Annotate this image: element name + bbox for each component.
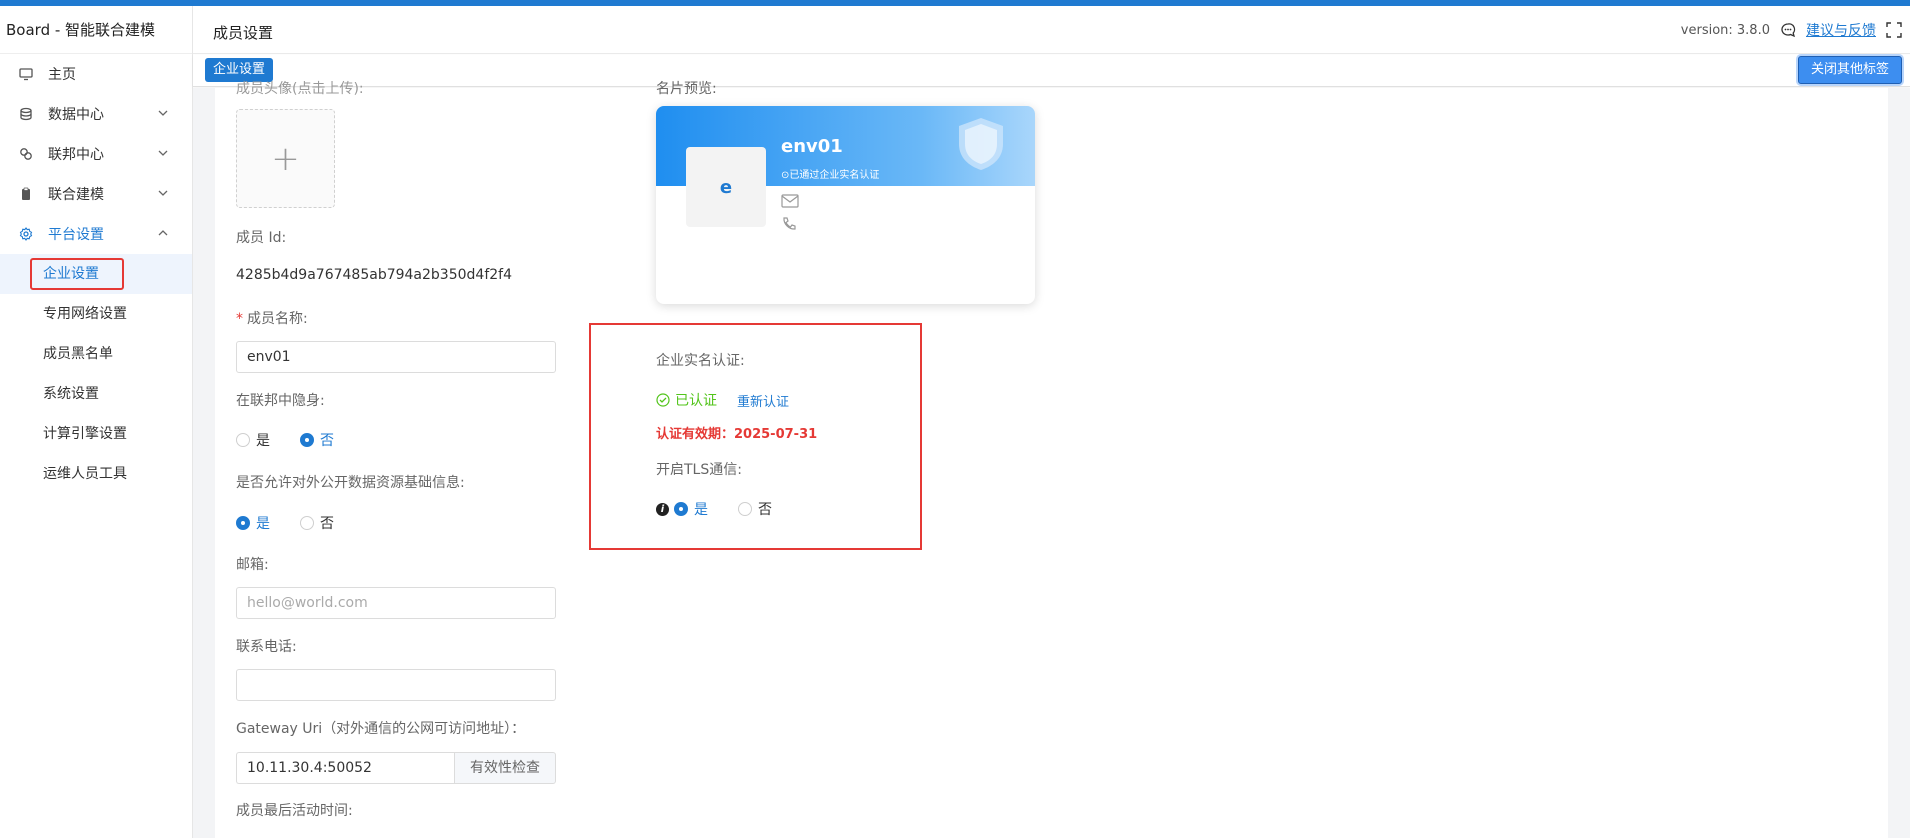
tls-yes-radio[interactable]: 是 — [674, 499, 708, 519]
card-member-name: env01 — [781, 136, 843, 157]
phone-label: 联系电话: — [236, 639, 297, 655]
sidebar-item-label: 系统设置 — [43, 386, 99, 402]
sidebar-item-label: 数据中心 — [48, 107, 104, 123]
verification-status-row: 已认证 重新认证 — [656, 390, 789, 410]
sidebar-item-system-settings[interactable]: 系统设置 — [0, 374, 192, 414]
member-name-label: * 成员名称: — [236, 311, 308, 327]
sidebar: Board - 智能联合建模 主页 数据中心 联邦中心 联合建模 平台设置 企业… — [0, 6, 193, 838]
sidebar-item-label: 成员黑名单 — [43, 346, 113, 362]
sidebar-item-data-center[interactable]: 数据中心 — [0, 94, 192, 134]
check-circle-icon — [656, 393, 670, 407]
sidebar-item-ops-tools[interactable]: 运维人员工具 — [0, 454, 192, 494]
header-actions: version: 3.8.0 建议与反馈 — [1681, 20, 1902, 40]
shield-icon — [959, 118, 1003, 170]
page-title: 成员设置 — [213, 24, 274, 42]
verified-status: 已认证 — [656, 390, 717, 410]
sidebar-item-label: 平台设置 — [48, 227, 104, 243]
plus-icon: + — [271, 138, 300, 179]
sidebar-item-member-blacklist[interactable]: 成员黑名单 — [0, 334, 192, 374]
header: 成员设置 version: 3.8.0 建议与反馈 — [193, 6, 1910, 54]
public-no-radio[interactable]: 否 — [300, 513, 334, 533]
chevron-up-icon — [158, 230, 168, 236]
tls-no-radio[interactable]: 否 — [738, 499, 772, 519]
sidebar-item-label: 运维人员工具 — [43, 466, 127, 482]
close-other-tabs-button[interactable]: 关闭其他标签 — [1797, 56, 1902, 84]
chat-icon — [1780, 22, 1796, 38]
tab-bar: 企业设置 关闭其他标签 — [193, 55, 1910, 87]
hidden-no-radio[interactable]: 否 — [300, 430, 334, 450]
app-brand: Board - 智能联合建模 — [0, 6, 192, 54]
sidebar-item-federation-center[interactable]: 联邦中心 — [0, 134, 192, 174]
sidebar-item-label: 联邦中心 — [48, 147, 104, 163]
member-id-value: 4285b4d9a767485ab794a2b350d4f2f4 — [236, 267, 512, 283]
hidden-radio-group: 是 否 — [236, 430, 364, 450]
gateway-input[interactable]: 10.11.30.4:50052 — [236, 752, 454, 784]
annotation-highlight-box — [30, 258, 124, 290]
public-info-radio-group: 是 否 — [236, 513, 364, 533]
hidden-yes-radio[interactable]: 是 — [236, 430, 270, 450]
public-yes-radio[interactable]: 是 — [236, 513, 270, 533]
email-label: 邮箱: — [236, 557, 269, 573]
version-label: version: 3.8.0 — [1680, 22, 1770, 38]
sidebar-item-label: 主页 — [48, 67, 76, 83]
card-verified-badge: ⊙已通过企业实名认证 — [781, 170, 880, 181]
business-card-preview: e env01 ⊙已通过企业实名认证 — [656, 106, 1035, 304]
hidden-in-federation-label: 在联邦中隐身: — [236, 393, 325, 409]
email-input[interactable]: hello@world.com — [236, 587, 556, 619]
sidebar-item-enterprise-settings[interactable]: 企业设置 — [0, 254, 192, 294]
info-icon[interactable]: i — [656, 502, 669, 516]
avatar-label: 成员头像(点击上传): — [236, 81, 364, 97]
last-active-label: 成员最后活动时间: — [236, 803, 353, 819]
sidebar-item-compute-engine[interactable]: 计算引擎设置 — [0, 414, 192, 454]
card-avatar: e — [686, 147, 766, 227]
chevron-down-icon — [158, 150, 168, 156]
verification-validity: 认证有效期：2025-07-31 — [656, 427, 818, 442]
sidebar-item-label: 联合建模 — [48, 187, 104, 203]
card-preview-label: 名片预览: — [656, 81, 717, 97]
tls-label: 开启TLS通信: — [656, 462, 742, 478]
sidebar-item-platform-settings[interactable]: 平台设置 — [0, 214, 192, 254]
verification-label: 企业实名认证: — [656, 353, 745, 369]
avatar-upload[interactable]: + — [236, 109, 335, 208]
platform-settings-submenu: 企业设置 专用网络设置 成员黑名单 系统设置 计算引擎设置 运维人员工具 — [0, 254, 192, 494]
required-asterisk: * — [236, 311, 243, 327]
gear-icon — [18, 226, 34, 242]
chevron-down-icon — [158, 110, 168, 116]
gateway-label: Gateway Uri（对外通信的公网可访问地址）： — [236, 721, 526, 737]
sidebar-item-label: 计算引擎设置 — [43, 426, 127, 442]
tls-radio-group: i 是 否 — [656, 499, 802, 519]
sidebar-item-home[interactable]: 主页 — [0, 54, 192, 94]
sidebar-item-private-network[interactable]: 专用网络设置 — [0, 294, 192, 334]
sidebar-item-label: 专用网络设置 — [43, 306, 127, 322]
public-info-label: 是否允许对外公开数据资源基础信息: — [236, 475, 465, 491]
link-icon — [18, 146, 34, 162]
mail-icon — [781, 194, 799, 208]
clipboard-icon — [18, 186, 34, 202]
sidebar-item-joint-modeling[interactable]: 联合建模 — [0, 174, 192, 214]
fullscreen-icon[interactable] — [1886, 22, 1902, 38]
member-id-label: 成员 Id: — [236, 230, 287, 246]
feedback-link[interactable]: 建议与反馈 — [1806, 20, 1876, 40]
reverify-link[interactable]: 重新认证 — [737, 391, 789, 410]
member-name-input[interactable]: env01 — [236, 341, 556, 373]
monitor-icon — [18, 66, 34, 82]
chevron-down-icon — [158, 190, 168, 196]
gateway-input-group: 10.11.30.4:50052 有效性检查 — [236, 752, 556, 784]
phone-input[interactable] — [236, 669, 556, 701]
database-icon — [18, 106, 34, 122]
phone-icon — [783, 217, 796, 230]
validity-check-button[interactable]: 有效性检查 — [454, 752, 556, 784]
